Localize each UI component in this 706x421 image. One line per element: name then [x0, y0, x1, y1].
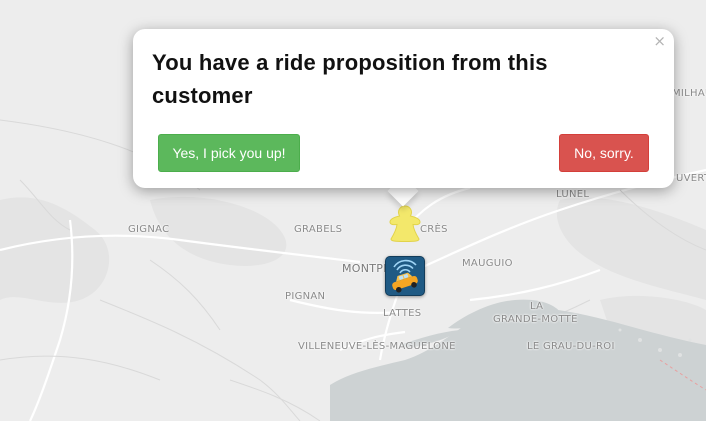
place-label-gignac: GIGNAC [128, 224, 170, 235]
place-label-grau-du-roi: LE GRAU-DU-ROI [527, 341, 615, 352]
place-label-lattes: LATTES [383, 308, 422, 319]
taxi-car-icon[interactable] [385, 256, 425, 296]
place-label-uvert: UVERT [676, 173, 706, 184]
accept-ride-button[interactable]: Yes, I pick you up! [158, 134, 300, 172]
place-label-villeneuve: VILLENEUVE-LÈS-MAGUELONE [298, 341, 456, 352]
popup-title: You have a ride proposition from this cu… [152, 50, 548, 108]
place-label-cres: CRÈS [420, 224, 448, 235]
place-label-pignan: PIGNAN [285, 291, 326, 302]
close-icon[interactable]: × [653, 32, 666, 50]
decline-ride-button[interactable]: No, sorry. [559, 134, 649, 172]
place-label-lunel: LUNEL [556, 189, 590, 200]
popup-tip-cover [380, 170, 426, 188]
meeple-icon[interactable] [388, 204, 422, 243]
place-label-grande-motte: GRANDE-MOTTE [493, 314, 578, 325]
place-label-la: LA [530, 301, 544, 312]
place-label-milhau: MILHAU [672, 88, 706, 99]
ride-proposition-popup: × You have a ride proposition from this … [133, 29, 674, 188]
place-label-mauguio: MAUGUIO [462, 258, 513, 269]
place-label-grabels: GRABELS [294, 224, 343, 235]
